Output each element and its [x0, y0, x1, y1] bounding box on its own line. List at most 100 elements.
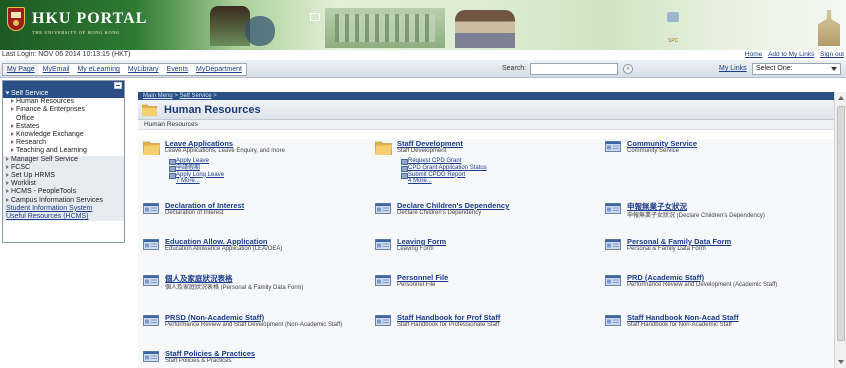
nav-bar: My Page MyEmail My eLearning MyLibrary E…: [0, 60, 846, 78]
sidebar-item-student-information-system[interactable]: Student Information System: [3, 204, 124, 214]
card-title-link[interactable]: Staff Handbook for Prof Staff: [397, 313, 500, 322]
search-input[interactable]: [530, 63, 618, 75]
more-link[interactable]: 7 More...: [169, 178, 224, 185]
sublink[interactable]: Apply Long Leave: [169, 172, 224, 179]
sidebar-item-set-up-hrms[interactable]: Set Up HRMS: [3, 172, 124, 181]
card-title-link[interactable]: Personal & Family Data Form: [627, 237, 731, 246]
top-links: Home Add to My Links Sign out: [741, 51, 844, 58]
card-description: Leave Applications, Leave Enquiry, and m…: [165, 148, 285, 154]
sidebar-item-label: Finance & Enterprises: [16, 106, 85, 114]
sidebar-item-label: Student Information System: [6, 204, 93, 212]
chevron-down-icon: [831, 67, 837, 71]
page-icon: [375, 275, 391, 286]
card-description: Community Service: [627, 148, 680, 154]
sublink[interactable]: Apply Leave: [169, 158, 224, 165]
sidebar-item-worklist[interactable]: Worklist: [3, 180, 124, 189]
search-go-icon[interactable]: »: [623, 64, 633, 74]
card-title-link[interactable]: PRD (Academic Staff): [627, 273, 704, 282]
collapse-menu-icon[interactable]: [114, 82, 122, 89]
sidebar-item-fcsc[interactable]: FCSC: [3, 163, 124, 173]
sidebar-item-self-service[interactable]: Self Service: [3, 90, 124, 99]
vertical-scrollbar[interactable]: [834, 92, 846, 368]
sidebar-item-campus-information-services[interactable]: Campus Information Services: [3, 196, 124, 205]
breadcrumb-main-menu[interactable]: Main Menu: [143, 93, 173, 99]
sidebar-item-manager-self-service[interactable]: Manager Self Service: [3, 155, 124, 164]
page-icon: [605, 315, 621, 326]
card-description: Education Allowance Application (LEA/OEA…: [165, 246, 283, 252]
card-title-link[interactable]: PRSD (Non-Academic Staff): [165, 313, 264, 322]
sidebar-item-office[interactable]: Office: [3, 115, 124, 123]
sidebar-item-label: Human Resources: [16, 98, 74, 106]
page-icon: [605, 239, 621, 250]
tab-my-elearning[interactable]: My eLearning: [73, 64, 123, 75]
card-title-link[interactable]: Staff Development: [397, 139, 463, 148]
card-title-link[interactable]: Community Service: [627, 139, 697, 148]
sidebar-item-teaching-and-learning[interactable]: Teaching and Learning: [3, 147, 124, 155]
page-icon: [605, 141, 621, 152]
card-description: Leaving Form: [397, 246, 434, 252]
expand-triangle-icon: [6, 156, 9, 161]
left-menu-header: [3, 81, 124, 90]
sidebar-item-label: Campus Information Services: [11, 196, 103, 204]
sidebar-item-useful-resources-hcms[interactable]: Useful Resources (HCMS): [3, 213, 124, 222]
login-row: Last Login: NOV 06 2014 10:13:15 (HKT) H…: [0, 50, 846, 60]
card-title-link[interactable]: Education Allow. Application: [165, 237, 268, 246]
sidebar-item-finance-enterprises[interactable]: Finance & Enterprises: [3, 106, 124, 114]
card-title-link[interactable]: Declaration of Interest: [165, 201, 244, 210]
card-title-link[interactable]: Staff Handbook Non-Acad Staff: [627, 313, 739, 322]
tab-my-department[interactable]: MyDepartment: [192, 64, 246, 75]
expand-triangle-icon: [5, 91, 10, 95]
more-link[interactable]: 4 More...: [401, 178, 487, 185]
home-link[interactable]: Home: [745, 51, 762, 58]
expand-triangle-icon: [6, 164, 9, 169]
sidebar-item-human-resources[interactable]: Human Resources: [3, 98, 124, 106]
navigation-grid: Leave Applications Leave Applications, Le…: [138, 139, 834, 368]
expand-triangle-icon: [11, 99, 14, 104]
card-description: Performance Review and Staff Development…: [165, 322, 343, 328]
add-to-my-links-link[interactable]: Add to My Links: [768, 51, 814, 58]
card-title-link[interactable]: Declare Children's Dependency: [397, 201, 509, 210]
tab-my-page[interactable]: My Page: [3, 64, 39, 75]
sidebar-item-hcms-peopletools[interactable]: HCMS - PeopleTools: [3, 188, 124, 197]
card-sublinks: Request CPD Grant CPD Grant Application S…: [401, 158, 487, 185]
sidebar-item-label: Knowledge Exchange: [16, 131, 84, 139]
banner-mini-label: SPC: [668, 38, 679, 44]
expand-triangle-icon: [6, 173, 9, 178]
tab-my-email[interactable]: MyEmail: [39, 64, 74, 75]
card-title-link[interactable]: Personnel File: [397, 273, 448, 282]
scroll-thumb[interactable]: [837, 106, 845, 341]
tab-my-library[interactable]: MyLibrary: [124, 64, 163, 75]
sidebar-item-knowledge-exchange[interactable]: Knowledge Exchange: [3, 131, 124, 139]
sublink[interactable]: 申請假期: [169, 165, 224, 172]
card-title-link[interactable]: Leaving Form: [397, 237, 446, 246]
card-title-link[interactable]: Staff Policies & Practices: [165, 349, 255, 358]
sidebar-item-label: Office: [16, 114, 35, 122]
card-title-link[interactable]: Leave Applications: [165, 139, 233, 148]
sublink[interactable]: Submit CPDG Report: [401, 172, 487, 179]
sign-out-link[interactable]: Sign out: [820, 51, 844, 58]
sidebar-item-label: Set Up HRMS: [11, 172, 55, 180]
page-icon: [143, 239, 159, 250]
expand-triangle-icon: [11, 132, 14, 137]
sidebar-item-label: HCMS - PeopleTools: [11, 188, 76, 196]
portal-banner: HKU PORTAL THE UNIVERSITY OF HONG KONG S…: [0, 0, 846, 50]
expand-triangle-icon: [11, 140, 14, 145]
scroll-down-icon[interactable]: [838, 360, 844, 364]
content-frame: Main Menu > Self Service > Human Resourc…: [138, 92, 834, 368]
sublink[interactable]: CPD Grant Application Status: [401, 165, 487, 172]
page-title: Human Resources: [164, 104, 261, 116]
sidebar-item-research[interactable]: Research: [3, 139, 124, 147]
sublink[interactable]: Request CPD Grant: [401, 158, 487, 165]
sidebar-item-label: Estates: [16, 122, 40, 130]
breadcrumb: Main Menu > Self Service >: [138, 92, 834, 100]
scroll-up-icon[interactable]: [838, 96, 844, 100]
banner-clocktower-icon: [818, 10, 840, 46]
expand-triangle-icon: [11, 123, 14, 128]
page-icon: [375, 315, 391, 326]
sidebar-item-label: Self Service: [11, 90, 49, 97]
tab-events[interactable]: Events: [163, 64, 192, 75]
sidebar-item-estates[interactable]: Estates: [3, 123, 124, 131]
breadcrumb-self-service[interactable]: Self Service: [180, 93, 212, 99]
my-links-select[interactable]: Select One:: [752, 63, 841, 75]
my-links-link[interactable]: My Links: [719, 65, 747, 72]
